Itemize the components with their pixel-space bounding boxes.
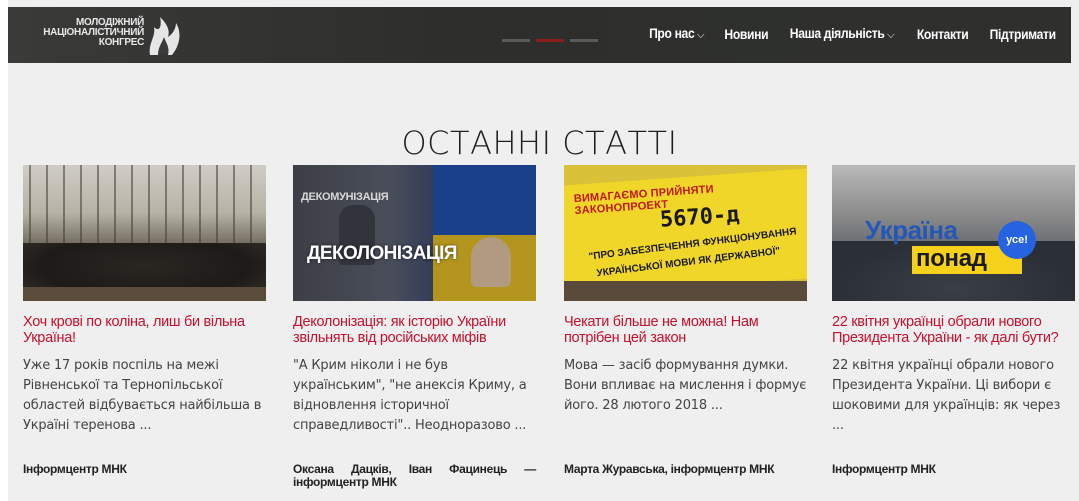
nav-item-label: Контакти: [917, 26, 969, 42]
nav-item-contacts[interactable]: Контакти: [917, 27, 969, 42]
slider-dot[interactable]: [502, 39, 530, 42]
page: МОЛОДІЖНИЙ НАЦІОНАЛІСТИЧНИЙ КОНГРЕС Про …: [8, 0, 1079, 501]
image-text-word-1: Україна: [865, 215, 958, 245]
article-author: Інформцентр МНК: [832, 462, 936, 476]
image-text-large: ДЕКОЛОНІЗАЦІЯ: [307, 243, 457, 264]
logo-line-3: КОНГРЕС: [98, 37, 145, 48]
banner-bottom: [564, 281, 807, 301]
article-title[interactable]: Деколонізація: як історію України звільн…: [293, 314, 536, 346]
article-title[interactable]: Чекати більше не можна! Нам потрібен цей…: [564, 314, 807, 346]
article-excerpt: Уже 17 років поспіль на межі Рівненської…: [23, 358, 262, 433]
image-text-word-2: понад: [916, 245, 987, 272]
ground: [23, 287, 266, 301]
nav-item-label: Підтримати: [989, 26, 1056, 42]
article-thumbnail[interactable]: ВИМАГАЄМО ПРИЙНЯТИ ЗАКОНОПРОЕКТ 5670-д "…: [564, 165, 807, 301]
article-card: Україна понад усе! 22 квітня українці об…: [832, 165, 1075, 476]
section-title: ОСТАННІ СТАТТІ: [401, 124, 678, 162]
nav-item-about[interactable]: Про нас ⌵: [649, 26, 705, 42]
article-author: Марта Журавська, інформцентр МНК: [564, 462, 775, 476]
slider-dot-active[interactable]: [536, 39, 564, 42]
article-title[interactable]: 22 квітня українці обрали нового Президе…: [832, 314, 1075, 346]
main-nav: Про нас ⌵ Новини Наша діяльність ⌵ Контакт…: [646, 26, 1059, 42]
flame-emblem-icon: [146, 15, 182, 62]
article-author: Інформцентр МНК: [23, 462, 127, 476]
article-thumbnail[interactable]: [23, 165, 266, 301]
article-card: ДЕКОМУНІЗАЦІЯ ДЕКОЛОНІЗАЦІЯ Деколонізаці…: [293, 165, 536, 489]
chevron-down-icon: ⌵: [697, 29, 705, 41]
article-excerpt: Мова — засіб формування думки. Вони впли…: [564, 358, 807, 413]
image-text-small: ДЕКОМУНІЗАЦІЯ: [301, 191, 389, 203]
nav-item-support[interactable]: Підтримати: [989, 27, 1055, 42]
site-logo[interactable]: МОЛОДІЖНИЙ НАЦІОНАЛІСТИЧНИЙ КОНГРЕС: [20, 15, 180, 57]
article-thumbnail[interactable]: ДЕКОМУНІЗАЦІЯ ДЕКОЛОНІЗАЦІЯ: [293, 165, 536, 301]
nav-item-label: Наша діяльність: [790, 26, 885, 41]
slider-indicator: [502, 39, 598, 42]
chevron-down-icon: ⌵: [887, 29, 895, 41]
article-excerpt: "А Крим ніколи і не був українським", "н…: [293, 358, 527, 433]
nav-item-label: Про нас: [649, 26, 695, 41]
article-thumbnail[interactable]: Україна понад усе!: [832, 165, 1075, 301]
image-overlay: [293, 165, 536, 301]
article-title[interactable]: Хоч крові по коліна, лиш би вільна Украї…: [23, 314, 266, 346]
site-header: МОЛОДІЖНИЙ НАЦІОНАЛІСТИЧНИЙ КОНГРЕС Про …: [8, 7, 1071, 63]
article-excerpt: 22 квітня українці обрали нового Президе…: [832, 358, 1061, 433]
image-text-badge: усе!: [998, 221, 1036, 259]
nav-item-news[interactable]: Новини: [724, 27, 768, 42]
nav-item-label: Новини: [723, 26, 768, 42]
logo-text: МОЛОДІЖНИЙ НАЦІОНАЛІСТИЧНИЙ КОНГРЕС: [34, 18, 144, 48]
article-author: Оксана Дацків, Іван Фацинець — інформцен…: [293, 462, 536, 489]
articles-grid: Хоч крові по коліна, лиш би вільна Украї…: [23, 165, 1075, 501]
slider-dot[interactable]: [570, 39, 598, 42]
nav-item-activity[interactable]: Наша діяльність ⌵: [790, 26, 895, 42]
article-card: Хоч крові по коліна, лиш би вільна Украї…: [23, 165, 266, 476]
article-card: ВИМАГАЄМО ПРИЙНЯТИ ЗАКОНОПРОЕКТ 5670-д "…: [564, 165, 807, 476]
